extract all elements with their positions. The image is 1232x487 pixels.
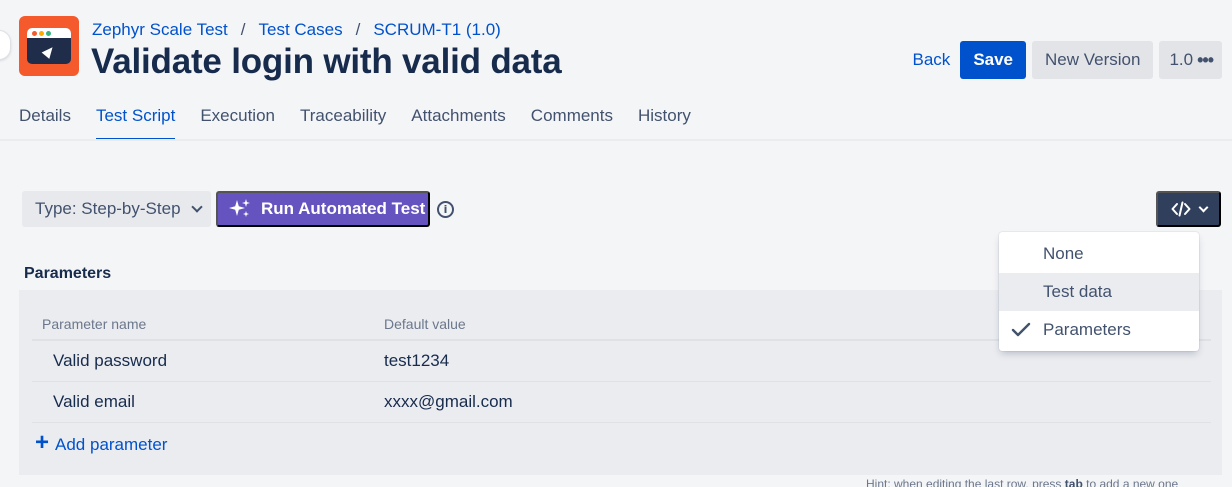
plus-icon: + (35, 429, 50, 456)
chevron-down-icon (1198, 202, 1208, 212)
tabs-divider (0, 139, 1232, 141)
run-automated-test-label: Run Automated Test (261, 199, 426, 218)
breadcrumb: Zephyr Scale Test / Test Cases / SCRUM-T… (92, 20, 501, 40)
chevron-down-icon (190, 201, 203, 213)
test-script-mode-menu: None Test data Parameters (999, 232, 1199, 351)
tab-traceability[interactable]: Traceability (300, 106, 386, 140)
add-parameter-button[interactable]: + Add parameter (35, 429, 168, 456)
parameter-name-cell[interactable]: Valid password (32, 351, 384, 371)
breadcrumb-test-key[interactable]: SCRUM-T1 (1.0) (373, 20, 501, 40)
column-header-parameter-name: Parameter name (42, 315, 147, 332)
run-automated-test-button[interactable]: Run Automated Test (216, 191, 430, 227)
column-header-default-value: Default value (384, 315, 466, 332)
hint-key: tab (1064, 477, 1083, 487)
menu-item-label: Parameters (1043, 320, 1131, 339)
breadcrumb-separator: / (355, 20, 361, 39)
menu-item-label: None (1043, 244, 1084, 263)
more-icon: ••• (1197, 49, 1214, 70)
tab-test-script[interactable]: Test Script (95, 106, 176, 141)
editing-hint: Hint: when editing the last row, press t… (866, 477, 1178, 487)
default-value-cell[interactable]: xxxx@gmail.com (384, 392, 513, 412)
breadcrumb-separator: / (240, 20, 246, 39)
tab-execution[interactable]: Execution (200, 106, 275, 140)
parameter-name-cell[interactable]: Valid email (32, 392, 384, 412)
save-button[interactable]: Save (960, 41, 1027, 79)
tab-attachments[interactable]: Attachments (411, 106, 506, 140)
tab-bar: Details Test Script Execution Traceabili… (19, 106, 691, 141)
add-parameter-label: Add parameter (55, 434, 168, 454)
header-actions: Back Save New Version 1.0 ••• (911, 41, 1222, 79)
new-version-button[interactable]: New Version (1032, 41, 1154, 79)
tab-comments[interactable]: Comments (531, 106, 613, 140)
tab-history[interactable]: History (638, 106, 691, 140)
table-row[interactable]: Valid email xxxx@gmail.com (32, 382, 1211, 423)
sidebar-collapse-handle[interactable] (0, 31, 10, 59)
test-script-mode-button[interactable] (1156, 191, 1221, 227)
sparkles-icon (229, 199, 250, 217)
back-button[interactable]: Back (911, 41, 953, 79)
version-menu-button[interactable]: 1.0 ••• (1159, 41, 1222, 79)
tab-details[interactable]: Details (19, 106, 71, 140)
hint-text-end: to add a new one (1082, 477, 1179, 487)
page-title: Validate login with valid data (91, 42, 562, 81)
type-select-label: Type: Step-by-Step (35, 199, 181, 218)
type-select[interactable]: Type: Step-by-Step (22, 191, 211, 227)
menu-item-label: Test data (1043, 282, 1112, 301)
parameters-title: Parameters (24, 265, 112, 282)
version-label: 1.0 (1169, 50, 1194, 69)
info-icon[interactable]: i (437, 201, 454, 218)
default-value-cell[interactable]: test1234 (384, 351, 449, 371)
app-logo (19, 16, 79, 76)
breadcrumb-test-cases[interactable]: Test Cases (259, 20, 343, 40)
code-icon (1171, 201, 1190, 217)
hint-text: Hint: when editing the last row, press (866, 477, 1065, 487)
menu-item-none[interactable]: None (999, 235, 1199, 273)
page: Zephyr Scale Test / Test Cases / SCRUM-T… (0, 0, 1232, 487)
menu-item-parameters[interactable]: Parameters (999, 311, 1199, 349)
app-window-icon (27, 28, 71, 64)
check-icon (1011, 322, 1031, 337)
breadcrumb-project[interactable]: Zephyr Scale Test (92, 20, 228, 40)
menu-item-test-data[interactable]: Test data (999, 273, 1199, 311)
